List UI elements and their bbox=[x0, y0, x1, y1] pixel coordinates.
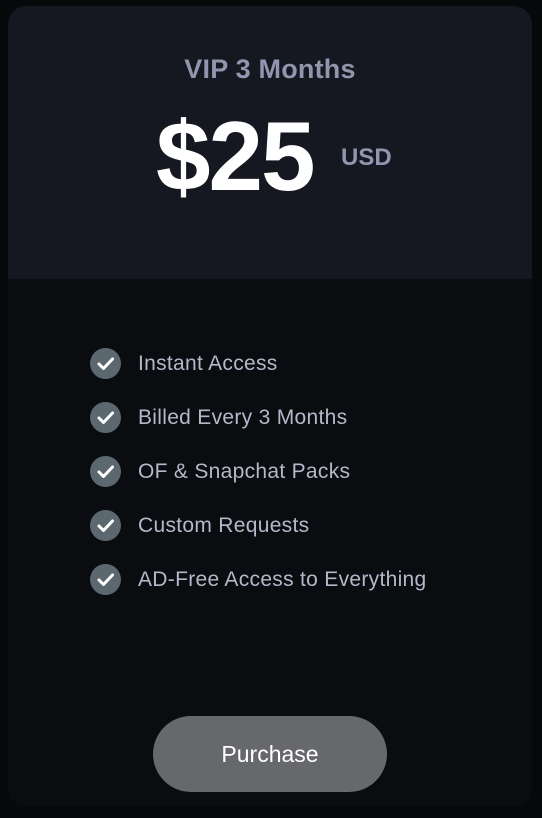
plan-price: $25 bbox=[156, 101, 316, 211]
plan-name: VIP 3 Months bbox=[184, 54, 356, 84]
feature-label: Custom Requests bbox=[138, 514, 310, 537]
feature-list: Instant Access Billed Every 3 Months OF … bbox=[90, 346, 520, 616]
check-circle-icon bbox=[90, 348, 121, 379]
plan-currency: USD bbox=[341, 144, 392, 171]
feature-item: Custom Requests bbox=[90, 508, 520, 562]
check-circle-icon bbox=[90, 402, 121, 433]
pricing-card: VIP 3 Months $25 USD Instant Access Bill… bbox=[8, 6, 532, 806]
purchase-button[interactable]: Purchase bbox=[153, 716, 387, 792]
feature-label: OF & Snapchat Packs bbox=[138, 460, 351, 483]
pricing-header: VIP 3 Months $25 USD bbox=[8, 6, 532, 279]
feature-label: Billed Every 3 Months bbox=[138, 406, 348, 429]
check-circle-icon bbox=[90, 456, 121, 487]
check-circle-icon bbox=[90, 564, 121, 595]
feature-item: Instant Access bbox=[90, 346, 520, 400]
feature-item: Billed Every 3 Months bbox=[90, 400, 520, 454]
feature-item: OF & Snapchat Packs bbox=[90, 454, 520, 508]
check-circle-icon bbox=[90, 510, 121, 541]
feature-label: Instant Access bbox=[138, 352, 278, 375]
feature-item: AD-Free Access to Everything bbox=[90, 562, 520, 616]
feature-label: AD-Free Access to Everything bbox=[138, 568, 427, 591]
